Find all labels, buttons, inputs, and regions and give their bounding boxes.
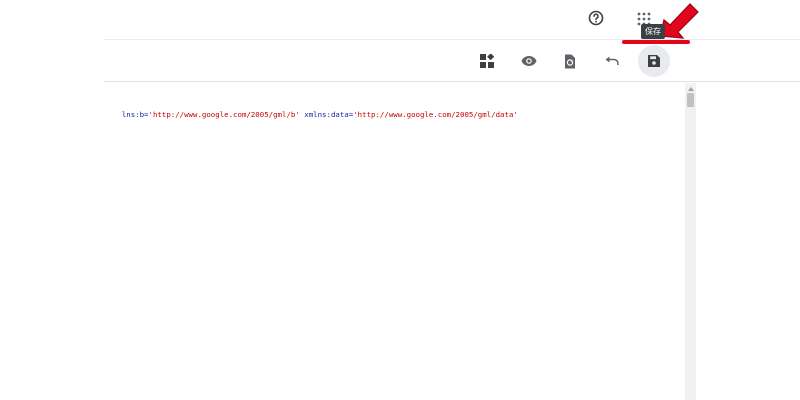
scroll-up-arrow-icon[interactable] xyxy=(685,85,696,93)
editor-toolbar xyxy=(104,41,800,82)
save-button[interactable] xyxy=(638,45,670,77)
save-tooltip: 保存 xyxy=(641,24,665,39)
save-floppy-icon xyxy=(648,55,660,67)
code-token: 'http://www.google.com/2005/gml/data' xyxy=(353,110,518,119)
code-token: xmlns:data= xyxy=(299,110,354,119)
scroll-thumb[interactable] xyxy=(687,93,694,107)
layout-widgets-icon[interactable] xyxy=(471,45,503,77)
revert-document-icon[interactable] xyxy=(554,45,586,77)
code-token: lns:b= xyxy=(121,110,149,119)
code-line: lns:b='http://www.google.com/2005/gml/b'… xyxy=(104,101,518,128)
undo-icon[interactable] xyxy=(596,45,628,77)
preview-eye-icon[interactable] xyxy=(513,45,545,77)
code-token: 'http://www.google.com/2005/gml/b' xyxy=(148,110,300,119)
help-icon[interactable] xyxy=(584,6,608,30)
vertical-scrollbar[interactable] xyxy=(685,83,696,400)
code-editor[interactable]: lns:b='http://www.google.com/2005/gml/b'… xyxy=(104,83,684,400)
